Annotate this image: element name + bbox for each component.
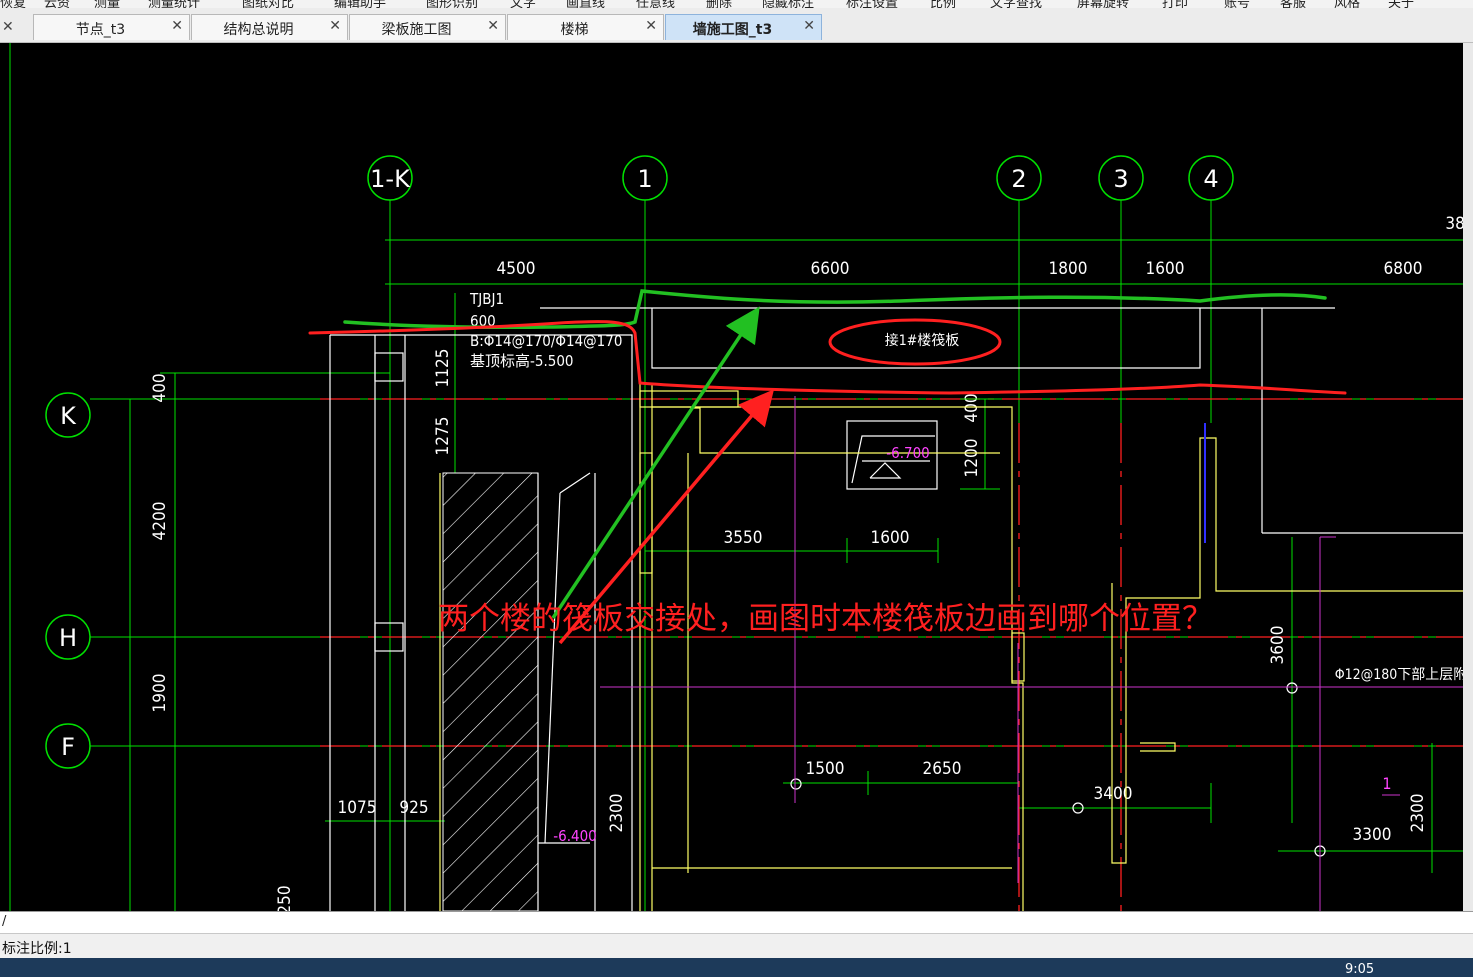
dim-text: 2300 [607, 794, 627, 833]
dim-text: 3600 [1268, 626, 1288, 665]
svg-text:基顶标高-5.500: 基顶标高-5.500 [470, 352, 574, 370]
close-icon[interactable]: ✕ [487, 18, 499, 34]
dim-text: 1600 [871, 528, 910, 548]
dim-text: 1800 [1049, 259, 1088, 279]
magenta-lines [600, 396, 1473, 911]
command-text: / [2, 914, 7, 929]
dim-text: 250 [275, 885, 295, 911]
tab-structure-notes[interactable]: 结构总说明 ✕ [191, 14, 348, 40]
dim-text: 400 [962, 393, 982, 422]
beam-label: TJBJ1 600 B:Φ14@170/Φ14@170 基顶标高-5.500 [469, 290, 622, 370]
axis-label-4: 4 [1203, 165, 1218, 193]
axis-label-3: 3 [1113, 165, 1128, 193]
tab-label: 楼梯 [560, 22, 589, 38]
svg-text:TJBJ1: TJBJ1 [469, 290, 504, 308]
dim-text: 3300 [1353, 825, 1392, 845]
close-icon[interactable]: ✕ [329, 18, 341, 34]
dim-text: 925 [399, 798, 428, 818]
dim-text: 2650 [923, 759, 962, 779]
dim-text: 1500 [806, 759, 845, 779]
dim-text: 1125 [433, 349, 453, 388]
dim-text: 1900 [150, 674, 170, 713]
dim-text: 1075 [338, 798, 377, 818]
annotation-scale-status: 标注比例:1 [2, 941, 72, 957]
axis-label-f: F [61, 733, 75, 761]
command-line[interactable]: / [0, 911, 1473, 934]
dim-text: 2300 [1408, 794, 1428, 833]
dim-text: 4500 [497, 259, 536, 279]
question-annotation: 两个楼的筏板交接处，画图时本楼筏板边画到哪个位置？ [438, 601, 1213, 637]
tab-wall-drawing-t3[interactable]: 墙施工图_t3 ✕ [665, 14, 822, 40]
dim-text: 3550 [724, 528, 763, 548]
tab-label: 结构总说明 [223, 22, 294, 38]
grid-axis-lines [90, 200, 1473, 911]
close-icon[interactable]: ✕ [171, 18, 183, 34]
tab-beam-slab-drawing[interactable]: 梁板施工图 ✕ [349, 14, 506, 40]
vertical-scrollbar[interactable] [1463, 43, 1473, 911]
dim-text: 3400 [1094, 784, 1133, 804]
hatched-wall [442, 472, 539, 911]
axis-label-1: 1 [637, 165, 652, 193]
axis-label-k: K [60, 402, 77, 430]
elevation-label: -6.400 [553, 827, 597, 845]
dim-text: 1600 [1146, 259, 1185, 279]
dim-text: 1200 [962, 439, 982, 478]
dim-text: 4200 [150, 502, 170, 541]
axis-label-2: 2 [1011, 165, 1026, 193]
close-icon[interactable]: ✕ [645, 18, 657, 34]
tab-label: 梁板施工图 [381, 22, 452, 38]
cad-drawing: 1-K 1 2 3 4 K H F 4500 6600 1800 1600 68… [9, 43, 1473, 911]
close-icon[interactable]: ✕ [2, 19, 14, 35]
small-mark: 1 [1382, 774, 1391, 793]
tab-label: 节点_t3 [75, 22, 126, 38]
axis-label-1k: 1-K [370, 165, 411, 193]
axis-label-h: H [59, 624, 77, 652]
dim-text: 6600 [811, 259, 850, 279]
status-bar: 标注比例:1 [0, 933, 1473, 959]
red-stroke-annotation [308, 320, 1347, 395]
clock: 9:05 [1345, 962, 1375, 977]
dim-text: 1275 [433, 417, 453, 456]
dim-text: 400 [150, 373, 170, 402]
dim-text: 6800 [1384, 259, 1423, 279]
svg-text:B:Φ14@170/Φ14@170: B:Φ14@170/Φ14@170 [470, 332, 622, 350]
elevation-label: -6.700 [886, 444, 930, 462]
cad-drawing-canvas[interactable]: 1-K 1 2 3 4 K H F 4500 6600 1800 1600 68… [0, 43, 1473, 911]
raft-label: 接1#楼筏板 [885, 332, 960, 349]
close-icon[interactable]: ✕ [803, 18, 815, 34]
taskbar: 9:05 [0, 958, 1473, 977]
tab-node-t3[interactable]: 节点_t3 ✕ [33, 14, 190, 40]
document-tab-bar: ✕ 节点_t3 ✕ 结构总说明 ✕ 梁板施工图 ✕ 楼梯 ✕ 墙施工图_t3 ✕ [0, 8, 1473, 43]
tab-label: 墙施工图_t3 [692, 22, 773, 38]
rebar-note: Φ12@180下部上层附加 [1335, 667, 1473, 683]
tab-stairs[interactable]: 楼梯 ✕ [507, 14, 664, 40]
